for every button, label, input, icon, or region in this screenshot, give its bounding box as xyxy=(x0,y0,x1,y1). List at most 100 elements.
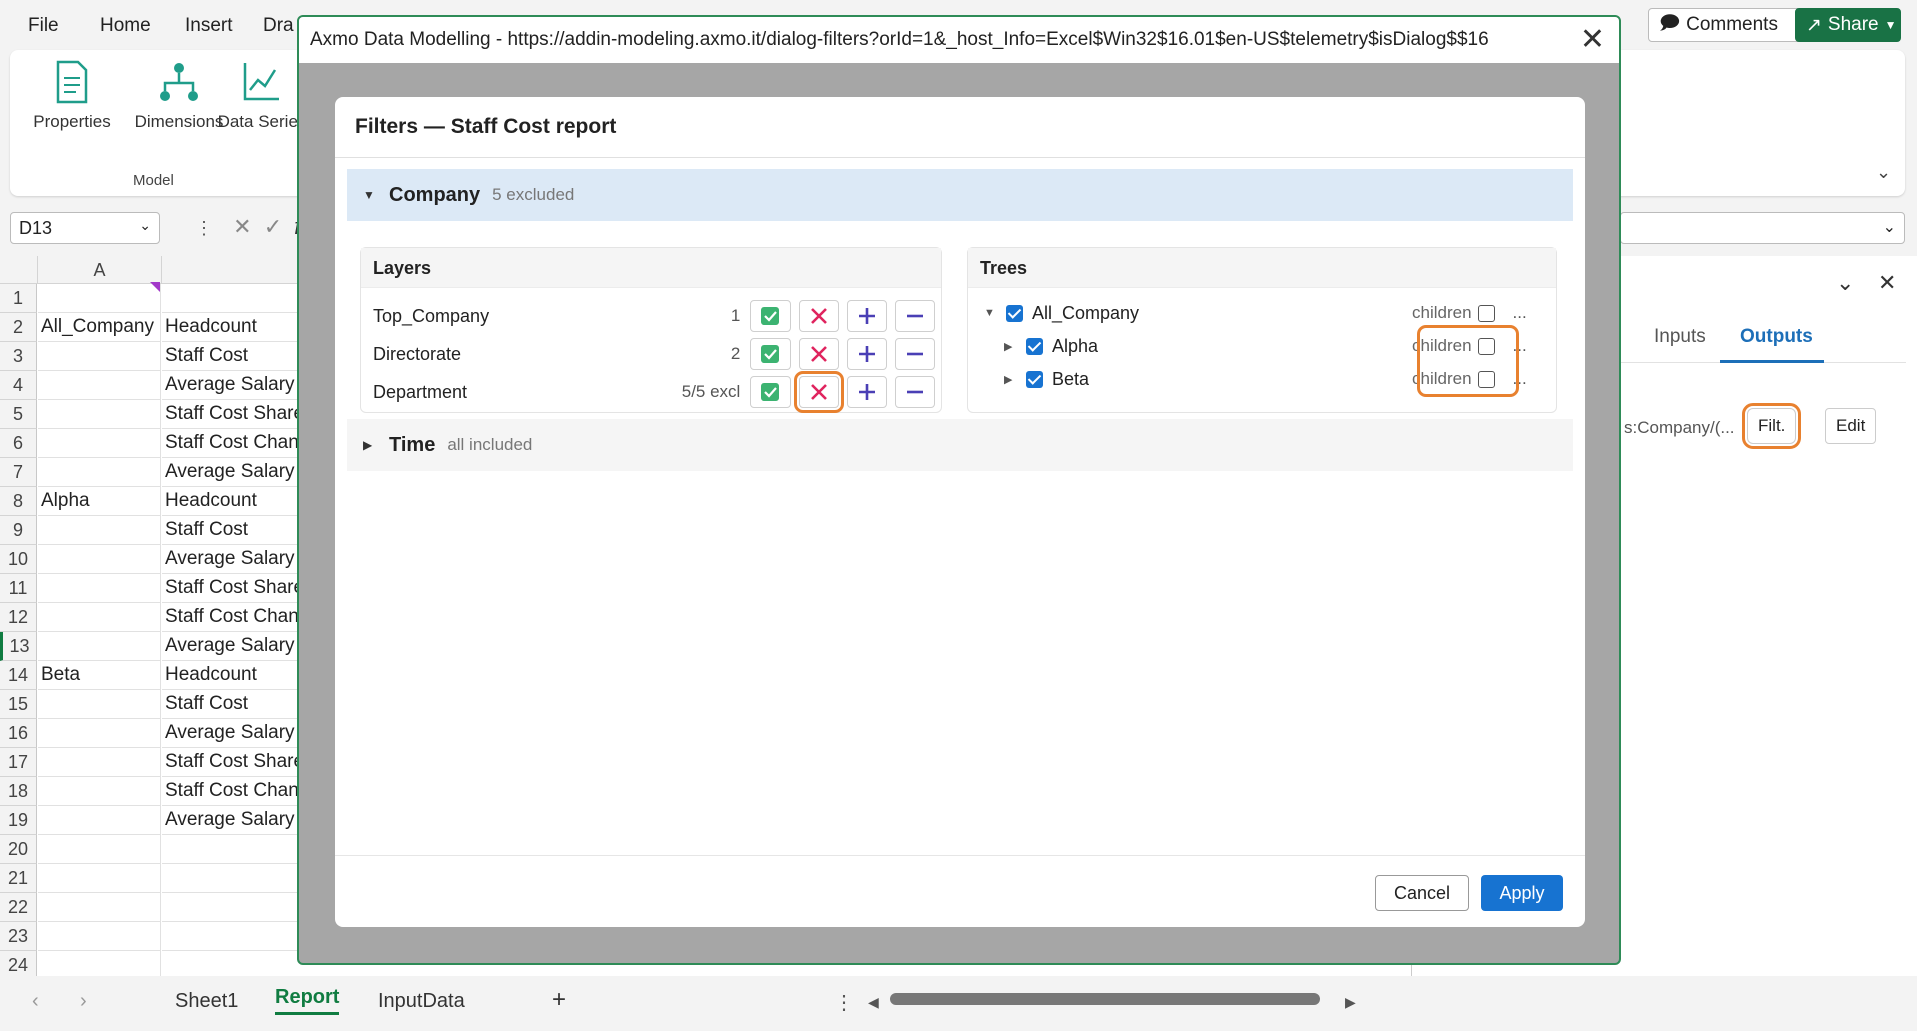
cell-b[interactable]: Average Salary xyxy=(162,632,302,661)
row-header[interactable]: 23 xyxy=(0,922,37,951)
section-company-header[interactable]: ▼ Company 5 excluded xyxy=(347,169,1573,221)
comments-button[interactable]: 🗩 Comments xyxy=(1648,8,1810,42)
section-time-header[interactable]: ▶ Time all included xyxy=(347,419,1573,471)
more-icon[interactable]: ⋮ xyxy=(834,990,854,1015)
cell-a[interactable] xyxy=(38,400,161,429)
include-button[interactable] xyxy=(750,376,791,408)
cell-a[interactable] xyxy=(38,864,161,893)
cell-a[interactable] xyxy=(38,284,161,313)
row-header[interactable]: 20 xyxy=(0,835,37,864)
menu-draw[interactable]: Dra xyxy=(263,15,294,37)
cell-b[interactable]: Average Salary xyxy=(162,719,302,748)
share-button[interactable]: ↗ Share ▼ xyxy=(1795,8,1901,42)
cell-b[interactable]: Staff Cost Share xyxy=(162,574,302,603)
formula-bar[interactable]: ⌄ xyxy=(1620,212,1905,244)
row-header[interactable]: 1 xyxy=(0,284,37,313)
cell-b[interactable]: Staff Cost xyxy=(162,516,302,545)
row-header[interactable]: 7 xyxy=(0,458,37,487)
row-header[interactable]: 10 xyxy=(0,545,37,574)
scroll-left-icon[interactable]: ◀ xyxy=(868,994,879,1011)
cell-b[interactable]: Headcount xyxy=(162,661,302,690)
cell-a[interactable] xyxy=(38,806,161,835)
row-header[interactable]: 9 xyxy=(0,516,37,545)
tab-outputs[interactable]: Outputs xyxy=(1740,326,1813,348)
ribbon-collapse-icon[interactable]: ⌄ xyxy=(1876,162,1891,183)
row-header[interactable]: 8 xyxy=(0,487,37,516)
row-header[interactable]: 16 xyxy=(0,719,37,748)
cell-b[interactable]: Staff Cost Change xyxy=(162,429,302,458)
horizontal-scrollbar[interactable] xyxy=(890,993,1320,1005)
expand-button[interactable] xyxy=(846,338,887,370)
confirm-formula-icon[interactable]: ✓ xyxy=(264,214,282,239)
sheet-tab-inputdata[interactable]: InputData xyxy=(378,990,465,1013)
cell-b[interactable]: Staff Cost Change xyxy=(162,603,302,632)
cell-a[interactable] xyxy=(38,922,161,951)
cell-a[interactable] xyxy=(38,545,161,574)
cell-b[interactable]: Staff Cost Share xyxy=(162,748,302,777)
cell-b[interactable] xyxy=(162,922,302,951)
cell-b[interactable]: Staff Cost xyxy=(162,690,302,719)
cell-b[interactable]: Staff Cost Share xyxy=(162,400,302,429)
column-header-a[interactable]: A xyxy=(38,256,162,284)
properties-button[interactable]: Properties xyxy=(27,60,117,133)
row-header[interactable]: 5 xyxy=(0,400,37,429)
cell-a[interactable] xyxy=(38,893,161,922)
column-header-b[interactable] xyxy=(162,256,302,284)
tree-checkbox[interactable] xyxy=(1006,304,1023,322)
cell-a[interactable]: All_Company xyxy=(38,313,161,342)
filter-button[interactable]: Filt. xyxy=(1741,403,1802,449)
cell-b[interactable] xyxy=(162,835,302,864)
tree-checkbox[interactable] xyxy=(1026,337,1043,355)
collapse-button[interactable] xyxy=(894,338,936,370)
cell-a[interactable] xyxy=(38,458,161,487)
sheet-tab-report[interactable]: Report xyxy=(275,986,340,1015)
cell-b[interactable]: Average Salary xyxy=(162,806,302,835)
row-header[interactable]: 22 xyxy=(0,893,37,922)
cell-b[interactable] xyxy=(162,893,302,922)
cell-a[interactable] xyxy=(38,632,161,661)
next-sheet-icon[interactable]: › xyxy=(80,990,87,1013)
cancel-formula-icon[interactable]: ✕ xyxy=(233,214,251,239)
edit-button[interactable]: Edit xyxy=(1825,408,1877,444)
cell-a[interactable]: Beta xyxy=(38,661,161,690)
menu-home[interactable]: Home xyxy=(100,15,151,37)
name-box[interactable]: D13 ⌄ xyxy=(10,212,160,244)
collapse-button[interactable] xyxy=(894,376,936,408)
expand-button[interactable] xyxy=(846,376,887,408)
scroll-right-icon[interactable]: ▶ xyxy=(1345,994,1356,1011)
row-header-selected[interactable]: 13 xyxy=(0,632,37,661)
sheet-tab-sheet1[interactable]: Sheet1 xyxy=(175,990,238,1013)
cancel-button[interactable]: Cancel xyxy=(1375,875,1469,911)
expand-button[interactable] xyxy=(846,300,887,332)
exclude-button[interactable] xyxy=(798,338,839,370)
menu-insert[interactable]: Insert xyxy=(185,15,233,37)
row-header[interactable]: 17 xyxy=(0,748,37,777)
close-icon[interactable]: ✕ xyxy=(1878,270,1896,296)
row-header[interactable]: 14 xyxy=(0,661,37,690)
cell-b[interactable]: Headcount xyxy=(162,313,302,342)
cell-a[interactable] xyxy=(38,574,161,603)
caret-right-icon[interactable]: ▶ xyxy=(1004,340,1026,353)
cell-a[interactable] xyxy=(38,748,161,777)
row-header[interactable]: 18 xyxy=(0,777,37,806)
include-button[interactable] xyxy=(750,300,791,332)
exclude-button[interactable] xyxy=(798,300,839,332)
cell-b[interactable]: Average Salary xyxy=(162,371,302,400)
cell-b[interactable] xyxy=(162,864,302,893)
cell-a[interactable] xyxy=(38,719,161,748)
menu-file[interactable]: File xyxy=(28,15,59,37)
select-all-corner[interactable] xyxy=(0,256,38,284)
row-header[interactable]: 11 xyxy=(0,574,37,603)
cell-a[interactable] xyxy=(38,777,161,806)
caret-right-icon[interactable]: ▶ xyxy=(1004,373,1026,386)
cell-a[interactable] xyxy=(38,371,161,400)
cell-a[interactable] xyxy=(38,690,161,719)
cell-b[interactable]: Headcount xyxy=(162,487,302,516)
row-header[interactable]: 19 xyxy=(0,806,37,835)
cell-a[interactable] xyxy=(38,342,161,371)
prev-sheet-icon[interactable]: ‹ xyxy=(32,990,39,1013)
row-header[interactable]: 15 xyxy=(0,690,37,719)
add-sheet-button[interactable]: + xyxy=(552,986,566,1014)
cell-a[interactable] xyxy=(38,516,161,545)
row-header[interactable]: 4 xyxy=(0,371,37,400)
